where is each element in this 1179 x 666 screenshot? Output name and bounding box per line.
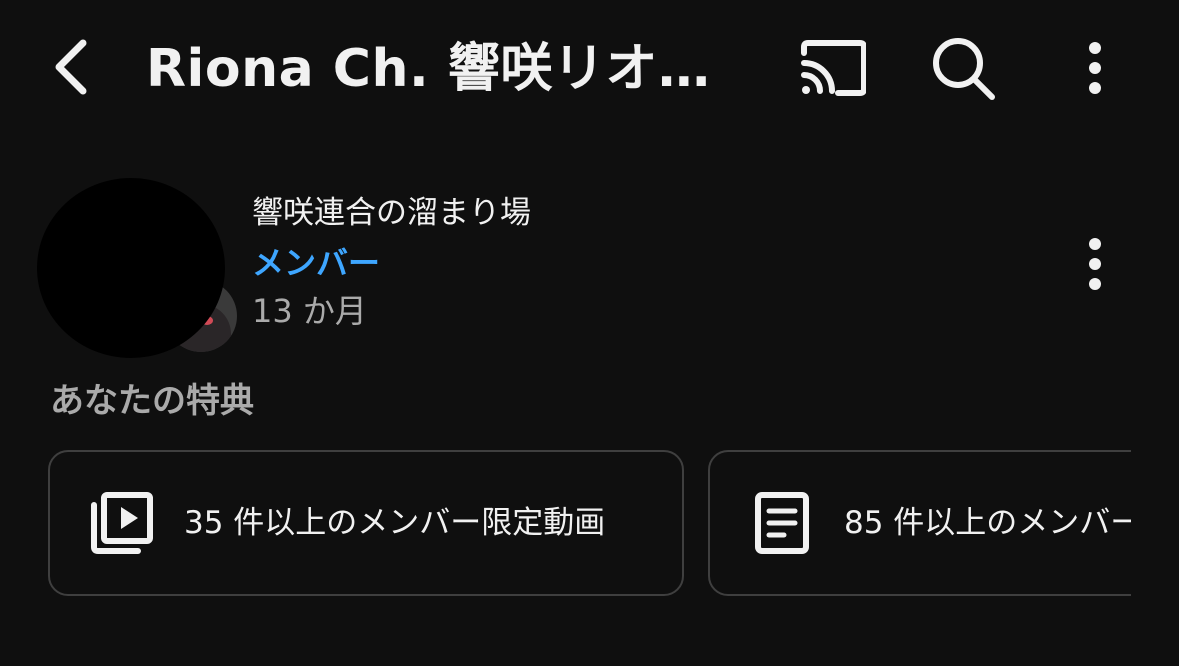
membership-duration: 13 か月 (252, 292, 367, 330)
perks-carousel[interactable]: 35 件以上のメンバー限定動画 85 件以上のメンバー (0, 448, 1131, 604)
perk-card-posts[interactable]: 85 件以上のメンバー (708, 450, 1131, 596)
more-options-button[interactable] (1064, 32, 1126, 104)
video-library-icon (90, 491, 154, 555)
membership-more-button[interactable] (1066, 232, 1124, 296)
perk-card-videos[interactable]: 35 件以上のメンバー限定動画 (48, 450, 684, 596)
channel-title: Riona Ch. 響咲リオ… (146, 39, 711, 99)
membership-status[interactable]: メンバー (252, 240, 380, 286)
perk-label: 85 件以上のメンバー (844, 505, 1131, 541)
more-vert-icon (1089, 42, 1101, 94)
cast-icon (801, 40, 866, 96)
top-app-bar: Riona Ch. 響咲リオ… (0, 0, 1179, 136)
cast-button[interactable] (792, 32, 872, 104)
back-button[interactable] (36, 30, 106, 104)
search-button[interactable] (922, 30, 1004, 106)
perks-heading: あなたの特典 (50, 381, 254, 421)
document-icon (750, 491, 814, 555)
channel-avatar[interactable] (37, 178, 225, 358)
community-name: 響咲連合の溜まり場 (252, 195, 531, 231)
back-arrow-icon (55, 39, 87, 95)
more-vert-icon (1089, 238, 1101, 290)
perk-label: 35 件以上のメンバー限定動画 (184, 505, 606, 541)
search-icon (933, 38, 995, 100)
